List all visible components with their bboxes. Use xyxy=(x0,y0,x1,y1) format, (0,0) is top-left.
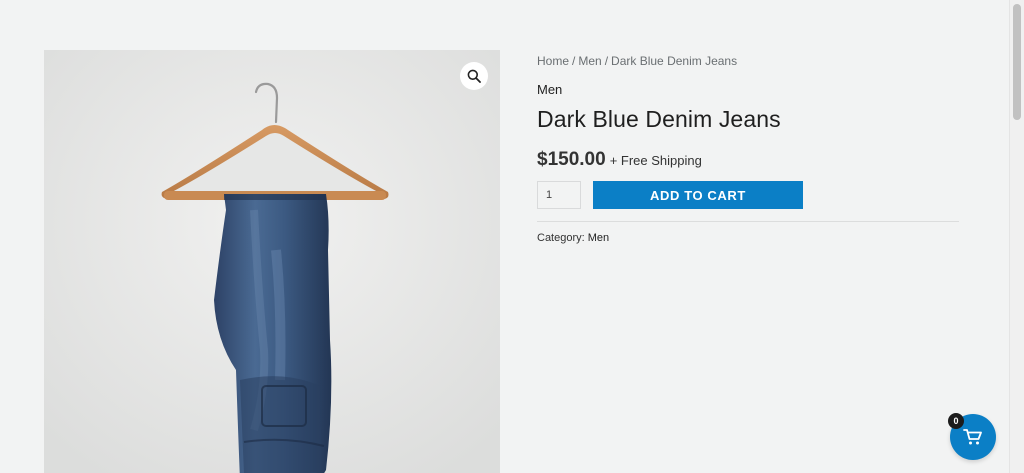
breadcrumb-current: Dark Blue Denim Jeans xyxy=(611,54,738,68)
magnifier-icon xyxy=(467,69,481,83)
breadcrumb: Home / Men / Dark Blue Denim Jeans xyxy=(537,54,959,68)
zoom-button[interactable] xyxy=(460,62,488,90)
meta-category-link[interactable]: Men xyxy=(588,232,609,244)
add-to-cart-form: ADD TO CART xyxy=(537,181,959,209)
breadcrumb-home-link[interactable]: Home xyxy=(537,54,569,68)
product-gallery xyxy=(44,50,500,473)
scrollbar-thumb[interactable] xyxy=(1013,4,1021,120)
breadcrumb-separator: / xyxy=(604,54,609,68)
scrollbar[interactable] xyxy=(1009,0,1024,473)
breadcrumb-separator: / xyxy=(572,54,576,68)
product-category-label: Men xyxy=(537,82,563,97)
price-row: $150.00 + Free Shipping xyxy=(537,149,959,171)
cart-count-badge: 0 xyxy=(948,413,964,429)
quantity-input[interactable] xyxy=(537,181,581,209)
cart-icon xyxy=(963,429,982,445)
add-to-cart-button[interactable]: ADD TO CART xyxy=(593,181,803,209)
product-page: Home / Men / Dark Blue Denim Jeans Men Dark … xyxy=(0,0,1024,473)
meta-category-label: Category: xyxy=(537,232,585,244)
product-price: $150.00 xyxy=(537,149,606,170)
breadcrumb-category-link[interactable]: Men xyxy=(578,54,601,68)
shipping-note: + Free Shipping xyxy=(609,153,702,168)
product-image xyxy=(44,50,500,473)
product-meta: Category: Men xyxy=(537,232,959,244)
divider xyxy=(537,221,959,222)
product-summary: Home / Men / Dark Blue Denim Jeans Men Dark … xyxy=(537,50,959,244)
product-title: Dark Blue Denim Jeans xyxy=(537,106,781,132)
